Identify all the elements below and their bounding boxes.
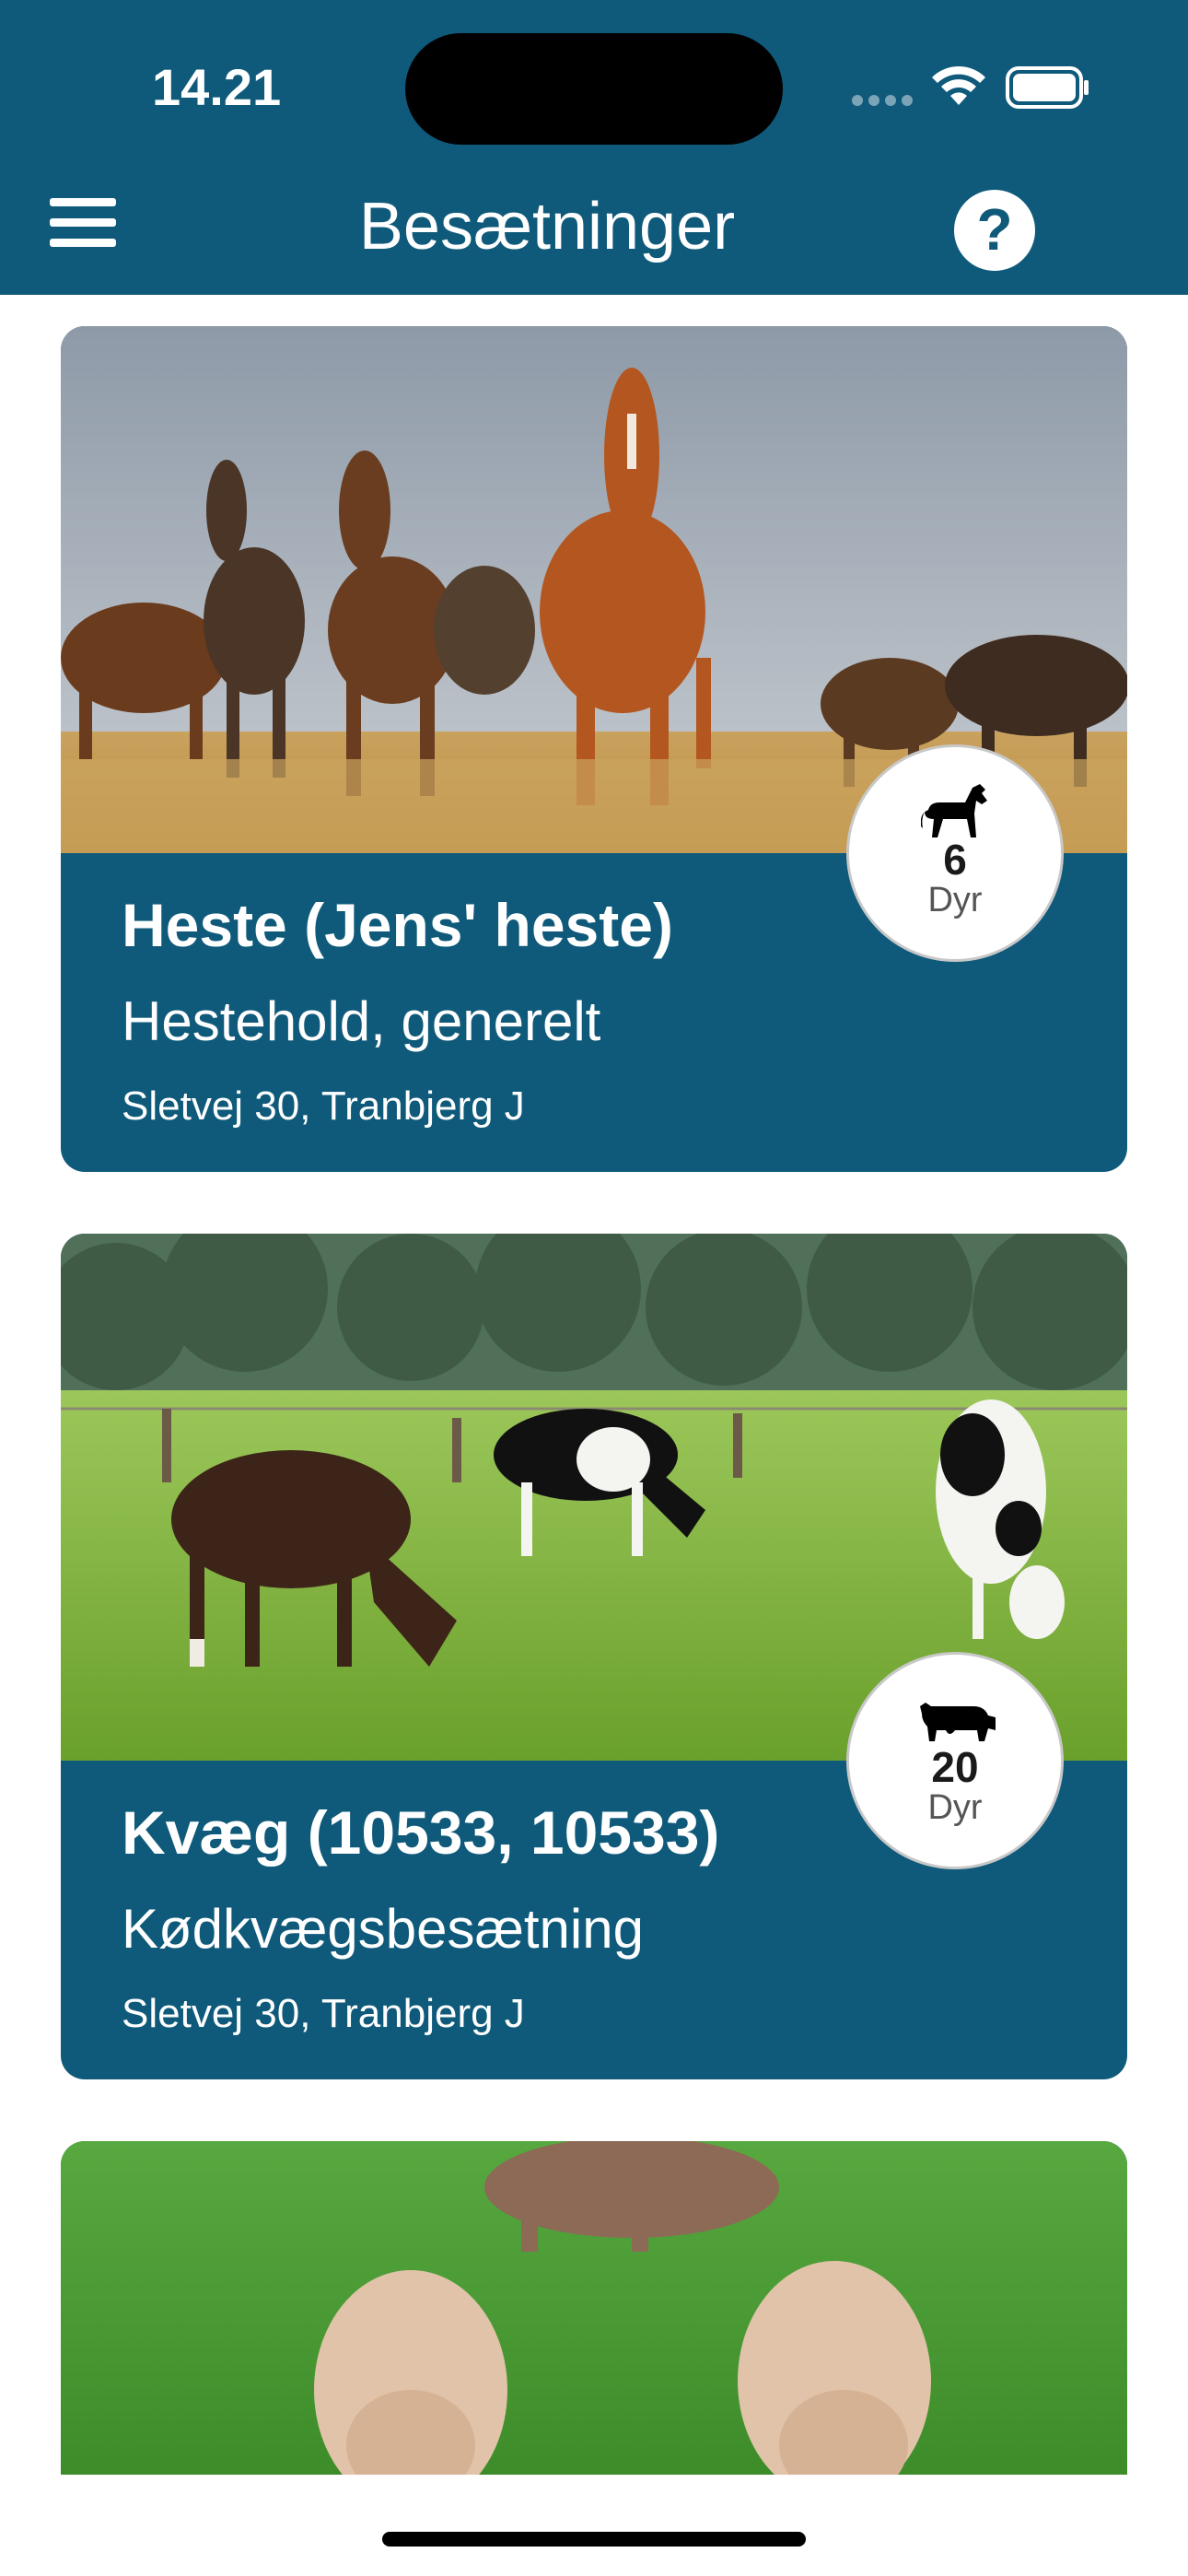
page-title: Besætninger (0, 189, 1094, 264)
herd-type: Hestehold, generelt (122, 990, 601, 1052)
herd-address: Sletvej 30, Tranbjerg J (122, 1991, 525, 2036)
page-title-text: Besætninger (358, 190, 736, 263)
animal-count: 6 (943, 836, 967, 884)
animal-count-badge: 20 Dyr (846, 1652, 1064, 1869)
herd-title: Heste (Jens' heste) (122, 891, 673, 959)
status-time: 14.21 (152, 58, 282, 116)
nav-header: 14.21 Besætninger ? (0, 0, 1188, 295)
wifi-icon (932, 65, 985, 105)
herd-title: Kvæg (10533, 10533) (122, 1798, 720, 1867)
pigs-photo (61, 2141, 1127, 2475)
cellular-signal-icon (852, 94, 918, 111)
horse-icon (921, 784, 987, 837)
animal-count-unit: Dyr (927, 1788, 983, 1827)
svg-text:?: ? (976, 196, 1012, 263)
herd-address: Sletvej 30, Tranbjerg J (122, 1083, 525, 1129)
home-indicator[interactable] (382, 2532, 806, 2547)
animal-count-unit: Dyr (927, 881, 983, 919)
battery-icon (1006, 66, 1089, 109)
animal-count-badge: 6 Dyr (846, 744, 1064, 962)
cow-icon (920, 1703, 996, 1741)
herd-type: Kødkvægsbesætning (122, 1898, 644, 1960)
help-button[interactable]: ? (953, 189, 1036, 272)
animal-count: 20 (931, 1743, 979, 1791)
herd-card-pigs[interactable] (61, 2141, 1127, 2475)
dynamic-island (405, 33, 783, 145)
